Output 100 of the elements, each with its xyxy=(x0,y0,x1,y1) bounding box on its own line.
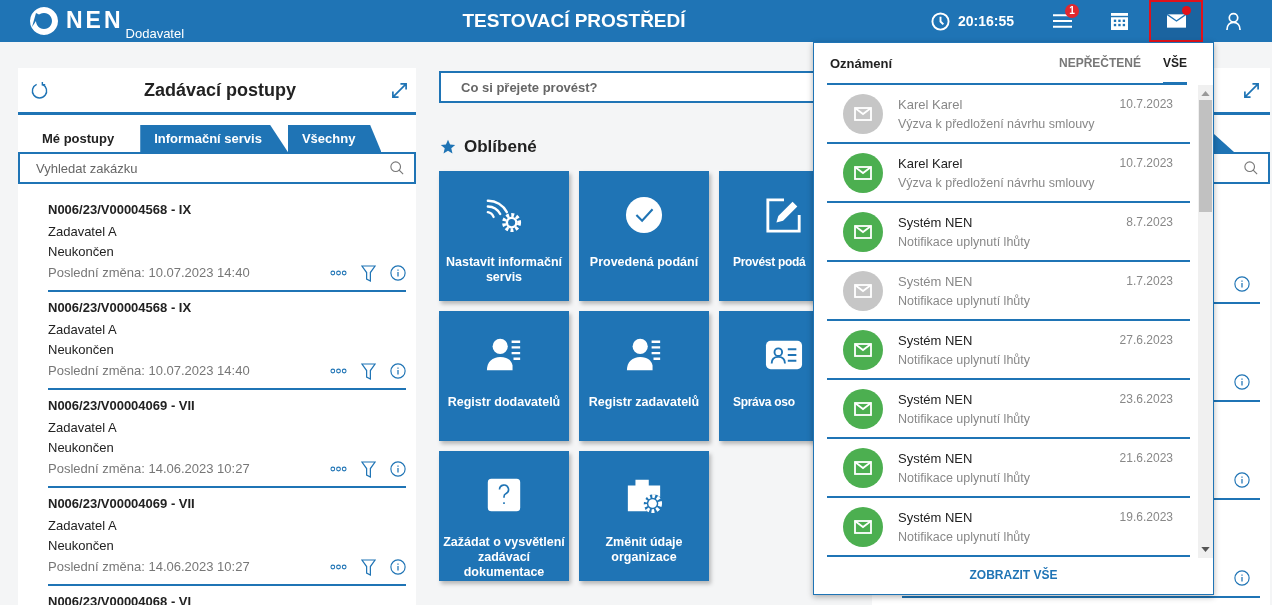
notification-item[interactable]: Systém NEN 19.6.2023 Notifikace uplynutí lhůty xyxy=(827,498,1190,557)
scroll-down-icon[interactable] xyxy=(1201,547,1210,552)
procedure-status: Neukončen xyxy=(48,243,115,261)
favorite-tile[interactable]: Nastavit informační servis xyxy=(439,171,569,301)
info-icon[interactable] xyxy=(1234,472,1250,488)
notification-subject: Notifikace uplynutí lhůty xyxy=(898,529,1031,544)
info-icon[interactable] xyxy=(390,461,406,477)
notification-date: 27.6.2023 xyxy=(1119,332,1173,348)
calendar-icon xyxy=(1110,12,1128,30)
more-icon[interactable] xyxy=(330,368,347,374)
notification-item[interactable]: Systém NEN 27.6.2023 Notifikace uplynutí lhůty xyxy=(827,321,1190,380)
more-icon[interactable] xyxy=(330,564,347,570)
notification-item[interactable]: Systém NEN 1.7.2023 Notifikace uplynutí lhůty xyxy=(827,262,1190,321)
environment-title: TESTOVACÍ PROSTŘEDÍ xyxy=(461,10,687,32)
notification-subject: Notifikace uplynutí lhůty xyxy=(898,411,1031,426)
sender-name: Systém NEN xyxy=(898,214,973,230)
sender-name: Systém NEN xyxy=(898,273,973,289)
notification-subject: Notifikace uplynutí lhůty xyxy=(898,470,1031,485)
info-icon[interactable] xyxy=(1234,276,1250,292)
last-change: Poslední změna: 10.07.2023 14:40 xyxy=(48,264,250,282)
favorite-tile[interactable]: Provedená podání xyxy=(579,171,709,301)
refresh-icon[interactable] xyxy=(30,80,49,100)
filter-tab[interactable]: VŠE xyxy=(1163,43,1187,85)
last-change: Poslední změna: 14.06.2023 10:27 xyxy=(48,558,250,576)
notification-date: 19.6.2023 xyxy=(1119,509,1173,525)
panel-tab[interactable]: Všechny xyxy=(287,125,382,152)
search-icon xyxy=(1244,161,1258,175)
popup-title: Oznámení xyxy=(830,55,893,71)
authority-name: Zadavatel A xyxy=(48,223,118,241)
logo-icon xyxy=(28,5,60,37)
expand-icon[interactable] xyxy=(1243,81,1260,99)
clock-icon xyxy=(930,11,950,31)
favorite-tile[interactable]: Změnit údaje organizace xyxy=(579,451,709,581)
scroll-thumb[interactable] xyxy=(1199,100,1212,212)
user-icon xyxy=(1225,11,1241,31)
favorite-tile[interactable]: Zažádat o vysvětlení zadávací dokumentace xyxy=(439,451,569,581)
notification-subject: Notifikace uplynutí lhůty xyxy=(898,352,1031,367)
clock-time: 20:16:55 xyxy=(957,13,1014,29)
notification-date: 10.7.2023 xyxy=(1119,155,1173,171)
notification-subject: Notifikace uplynutí lhůty xyxy=(898,234,1031,249)
notification-badge: 1 xyxy=(1065,4,1079,18)
expand-icon[interactable] xyxy=(391,81,408,99)
search-icon xyxy=(390,161,404,175)
procedure-title[interactable]: N006/23/V00004568 - IX xyxy=(48,299,406,317)
filter-icon[interactable] xyxy=(361,264,376,282)
more-icon[interactable] xyxy=(330,466,347,472)
notification-item[interactable]: Systém NEN 8.7.2023 Notifikace uplynutí lhůty xyxy=(827,203,1190,262)
sender-name: Karel Karel xyxy=(898,96,963,112)
filter-tab[interactable]: NEPŘEČTENÉ xyxy=(1058,43,1141,85)
favorites-title: Oblíbené xyxy=(464,137,537,157)
notification-date: 1.7.2023 xyxy=(1126,273,1173,289)
notification-item[interactable]: Karel Karel 10.7.2023 Výzva k předložení návrhu smlouvy xyxy=(827,144,1190,203)
filter-icon[interactable] xyxy=(361,460,376,478)
sender-name: Systém NEN xyxy=(898,332,973,348)
sender-name: Systém NEN xyxy=(898,450,973,466)
notification-item[interactable]: Karel Karel 10.7.2023 Výzva k předložení návrhu smlouvy xyxy=(827,85,1190,144)
notification-item[interactable]: Systém NEN 23.6.2023 Notifikace uplynutí lhůty xyxy=(827,380,1190,439)
info-icon[interactable] xyxy=(390,559,406,575)
show-all-link[interactable]: ZOBRAZIT VŠE xyxy=(969,568,1058,582)
notification-date: 21.6.2023 xyxy=(1119,450,1173,466)
sender-name: Karel Karel xyxy=(898,155,963,171)
notification-subject: Výzva k předložení návrhu smlouvy xyxy=(898,116,1096,131)
envelope-icon xyxy=(1166,14,1186,28)
search-field[interactable]: Vyhledat zakázku xyxy=(18,152,416,184)
panel-tab[interactable]: Informační servis xyxy=(140,125,288,152)
info-icon[interactable] xyxy=(390,363,406,379)
notification-subject: Výzva k předložení návrhu smlouvy xyxy=(898,175,1096,190)
info-icon[interactable] xyxy=(1234,374,1250,390)
procedure-status: Neukončen xyxy=(48,537,115,555)
last-change: Poslední změna: 10.07.2023 14:40 xyxy=(48,362,250,380)
star-icon xyxy=(440,139,456,155)
notification-date: 23.6.2023 xyxy=(1119,391,1173,407)
filter-icon[interactable] xyxy=(361,558,376,576)
authority-name: Zadavatel A xyxy=(48,419,118,437)
menu-icon xyxy=(1052,13,1072,29)
procedure-title[interactable]: N006/23/V00004069 - VII xyxy=(48,397,406,415)
notification-item[interactable]: Systém NEN 21.6.2023 Notifikace uplynutí lhůty xyxy=(827,439,1190,498)
last-change: Poslední změna: 14.06.2023 10:27 xyxy=(48,460,250,478)
mail-button[interactable] xyxy=(1149,0,1203,42)
logo-text: NEN xyxy=(66,6,124,35)
favorite-tile[interactable]: Registr dodavatelů xyxy=(439,311,569,441)
procedure-title[interactable]: N006/23/V00004568 - IX xyxy=(48,201,406,219)
more-icon[interactable] xyxy=(330,270,347,276)
procedure-status: Neukončen xyxy=(48,341,115,359)
procedure-title[interactable]: N006/23/V00004069 - VII xyxy=(48,495,406,513)
check-circle-icon xyxy=(625,195,663,235)
sender-name: Systém NEN xyxy=(898,509,973,525)
sender-name: Systém NEN xyxy=(898,391,973,407)
info-icon[interactable] xyxy=(1234,570,1250,586)
menu-button[interactable]: 1 xyxy=(1035,0,1089,42)
role-label: Dodavatel xyxy=(125,26,185,41)
notification-subject: Notifikace uplynutí lhůty xyxy=(898,293,1031,308)
scroll-up-icon[interactable] xyxy=(1201,91,1210,96)
authority-name: Zadavatel A xyxy=(48,321,118,339)
filter-icon[interactable] xyxy=(361,362,376,380)
scrollbar[interactable] xyxy=(1198,85,1213,558)
favorite-tile[interactable]: Registr zadavatelů xyxy=(579,311,709,441)
notification-date: 10.7.2023 xyxy=(1119,96,1173,112)
info-icon[interactable] xyxy=(390,265,406,281)
notification-date: 8.7.2023 xyxy=(1126,214,1173,230)
